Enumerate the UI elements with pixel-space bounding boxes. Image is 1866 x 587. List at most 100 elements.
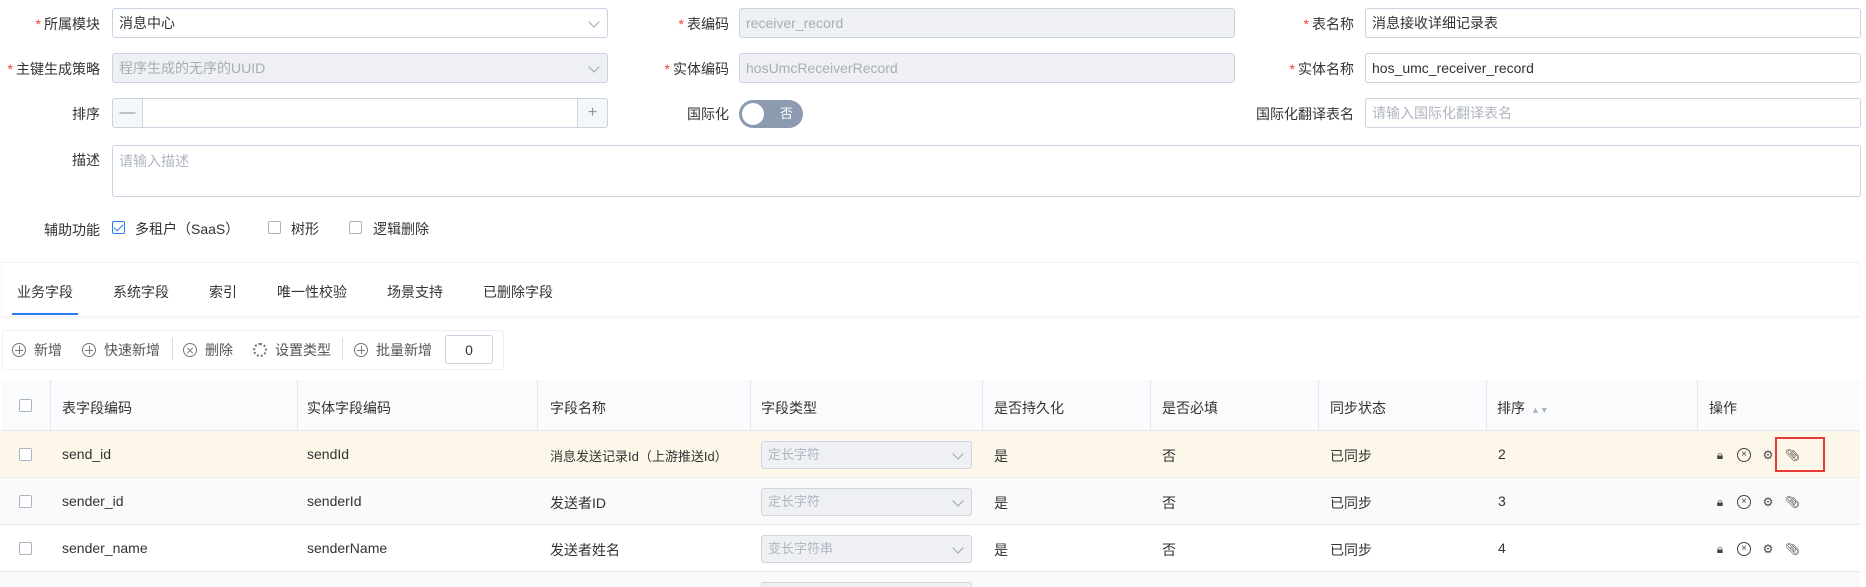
entity-code-label: * 实体编码 [664,61,729,77]
gear-icon [253,343,267,357]
lock-icon[interactable]: 🔒︎ [1713,542,1727,556]
row-checkbox[interactable] [19,542,32,555]
gear-icon[interactable]: ⚙ [1761,495,1775,509]
cell-name: 消息发送记录Id（上游推送Id） [550,449,728,464]
description-textarea[interactable]: 请输入描述 [112,145,1861,197]
row-checkbox[interactable] [19,448,32,461]
batch-count-input[interactable]: 0 [445,335,493,364]
cell-code: sender_name [62,540,148,556]
pk-label: * 主键生成策略 [7,61,100,77]
header-persistent: 是否持久化 [994,400,1064,416]
pk-strategy-select: 程序生成的无序的UUID [112,53,608,83]
header-actions: 操作 [1709,400,1737,416]
module-select[interactable]: 消息中心 [112,8,608,38]
header-field-type: 字段类型 [761,400,817,416]
tree-checkbox[interactable] [268,221,281,234]
cell-persist: 是 [994,448,1008,464]
cell-sync: 已同步 [1330,448,1372,464]
i18n-toggle[interactable]: 否 [739,100,803,128]
chevron-down-icon [952,448,964,460]
table-name-label: * 表名称 [1303,16,1354,32]
add-button[interactable]: 新增 [12,340,62,360]
field-type-select [761,582,972,587]
lock-icon[interactable]: 🔒︎ [1713,495,1727,509]
cell-persist: 是 [994,542,1008,558]
cell-entity: senderId [307,493,362,509]
tab-unique-validation[interactable]: 唯一性校验 [277,282,347,302]
row-checkbox[interactable] [19,495,32,508]
field-type-select: 定长字符 [761,441,972,469]
chevron-down-icon [588,16,600,28]
field-type-select: 变长字符串 [761,535,972,563]
saas-checkbox[interactable] [112,221,125,234]
header-table-field-code: 表字段编码 [62,400,132,416]
close-circle-icon[interactable]: × [1737,542,1751,556]
plus-circle-icon [82,343,96,357]
batch-add-button[interactable]: 批量新增 [354,340,432,360]
i18n-table-input[interactable]: 请输入国际化翻译表名 [1365,98,1861,128]
i18n-table-label: 国际化翻译表名 [1256,106,1354,122]
entity-code-field: hosUmcReceiverRecord [739,53,1235,83]
toolbar-divider [172,338,173,360]
tab-business-fields[interactable]: 业务字段 [17,282,73,302]
cell-required: 否 [1162,448,1176,464]
cell-sort: 2 [1498,446,1506,462]
cell-sort: 3 [1498,493,1506,509]
logic-delete-checkbox-label: 逻辑删除 [373,221,429,237]
gear-icon[interactable]: ⚙ [1761,542,1775,556]
chevron-down-icon [588,61,600,73]
logic-delete-checkbox[interactable] [349,221,362,234]
paperclip-icon[interactable]: 📎︎ [1785,542,1800,556]
tab-indexes[interactable]: 索引 [209,282,237,302]
tab-scene-support[interactable]: 场景支持 [387,282,443,302]
close-circle-icon [183,343,197,357]
header-sort[interactable]: 排序 ▲▼ [1497,398,1549,418]
cell-required: 否 [1162,542,1176,558]
quick-add-button[interactable]: 快速新增 [82,340,160,360]
sort-label: 排序 [72,106,100,122]
cell-required: 否 [1162,495,1176,511]
saas-checkbox-label: 多租户（SaaS） [135,221,240,237]
field-type-select: 定长字符 [761,488,972,516]
plus-circle-icon [354,343,368,357]
cell-persist: 是 [994,495,1008,511]
cell-sync: 已同步 [1330,542,1372,558]
gear-icon[interactable]: ⚙ [1761,448,1775,462]
tab-system-fields[interactable]: 系统字段 [113,282,169,302]
cell-code: send_id [62,446,112,462]
chevron-down-icon [952,495,964,507]
entity-name-label: * 实体名称 [1289,61,1354,77]
tab-deleted-fields[interactable]: 已删除字段 [483,282,553,302]
delete-button[interactable]: 删除 [183,340,233,360]
set-type-button[interactable]: 设置类型 [253,340,331,360]
aux-label: 辅助功能 [44,222,100,238]
highlight-box [1775,437,1825,472]
sort-decrement-button[interactable]: — [113,99,143,127]
table-code-field: receiver_record [739,8,1235,38]
header-sync-status: 同步状态 [1330,400,1386,416]
paperclip-icon[interactable]: 📎︎ [1785,495,1800,509]
toggle-text: 否 [779,106,793,121]
close-circle-icon[interactable]: × [1737,448,1751,462]
plus-circle-icon [12,343,26,357]
sort-stepper[interactable]: — + [112,98,608,128]
lock-icon[interactable]: 🔒︎ [1713,448,1727,462]
header-entity-field-code: 实体字段编码 [307,400,391,416]
table-code-label: * 表编码 [678,16,729,32]
table-name-field[interactable]: 消息接收详细记录表 [1365,8,1861,38]
module-label: * 所属模块 [35,16,100,32]
i18n-label: 国际化 [687,106,729,122]
entity-name-field[interactable]: hos_umc_receiver_record [1365,53,1861,83]
toggle-knob [742,103,764,125]
header-field-name: 字段名称 [550,400,606,416]
close-circle-icon[interactable]: × [1737,495,1751,509]
toolbar-divider [342,338,343,360]
cell-code: sender_id [62,493,124,509]
table-header [2,380,1860,431]
chevron-down-icon [952,542,964,554]
select-all-checkbox[interactable] [19,399,32,412]
cell-sort: 4 [1498,540,1506,556]
sort-caret-icon[interactable]: ▲▼ [1531,405,1549,415]
sort-increment-button[interactable]: + [577,99,607,127]
cell-sync: 已同步 [1330,495,1372,511]
